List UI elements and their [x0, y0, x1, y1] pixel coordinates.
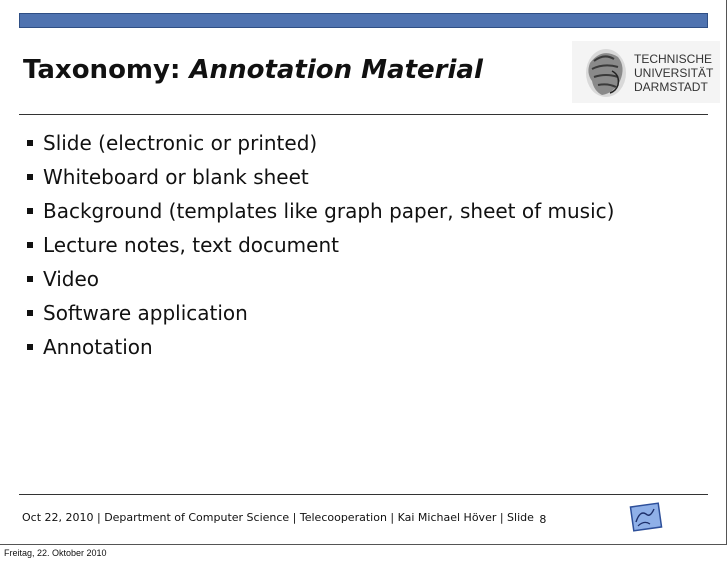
title-divider: [19, 114, 708, 115]
bullet-item: Slide (electronic or printed): [27, 128, 614, 162]
footer-divider: [19, 494, 708, 495]
bullet-text: Lecture notes, text document: [43, 233, 339, 257]
bullet-square-icon: [27, 242, 33, 248]
bullet-item: Annotation: [27, 332, 614, 366]
header-bar: [19, 13, 708, 28]
slide-number: 8: [539, 513, 547, 526]
bullet-text: Video: [43, 267, 100, 291]
bullet-item: Whiteboard or blank sheet: [27, 162, 614, 196]
slide-footer: Oct 22, 2010 | Department of Computer Sc…: [22, 511, 547, 526]
bullet-list: Slide (electronic or printed) Whiteboard…: [27, 128, 614, 366]
bullet-square-icon: [27, 310, 33, 316]
athena-head-icon: [586, 49, 626, 97]
bullet-square-icon: [27, 276, 33, 282]
title-italic: Annotation Material: [189, 55, 483, 85]
bullet-square-icon: [27, 208, 33, 214]
bullet-square-icon: [27, 140, 33, 146]
print-date: Freitag, 22. Oktober 2010: [4, 548, 107, 558]
slide-title: Taxonomy: Annotation Material: [23, 55, 483, 85]
bullet-item: Video: [27, 264, 614, 298]
bullet-item: Software application: [27, 298, 614, 332]
bullet-text: Software application: [43, 301, 248, 325]
footer-text: Oct 22, 2010 | Department of Computer Sc…: [22, 511, 534, 524]
telecooperation-logo-icon: [629, 502, 663, 532]
logo-line-2: UNIVERSITÄT: [634, 66, 714, 80]
tu-darmstadt-logo: TECHNISCHE UNIVERSITÄT DARMSTADT: [572, 41, 720, 103]
logo-line-3: DARMSTADT: [634, 80, 708, 94]
bullet-item: Background (templates like graph paper, …: [27, 196, 614, 230]
bullet-square-icon: [27, 344, 33, 350]
bullet-text: Annotation: [43, 335, 153, 359]
bullet-text: Whiteboard or blank sheet: [43, 165, 309, 189]
bullet-item: Lecture notes, text document: [27, 230, 614, 264]
slide: Taxonomy: Annotation Material TECHNISCHE…: [0, 0, 727, 545]
bullet-square-icon: [27, 174, 33, 180]
bullet-text: Slide (electronic or printed): [43, 131, 318, 155]
logo-line-1: TECHNISCHE: [634, 52, 712, 66]
title-prefix: Taxonomy:: [23, 55, 190, 85]
bullet-text: Background (templates like graph paper, …: [43, 199, 615, 223]
